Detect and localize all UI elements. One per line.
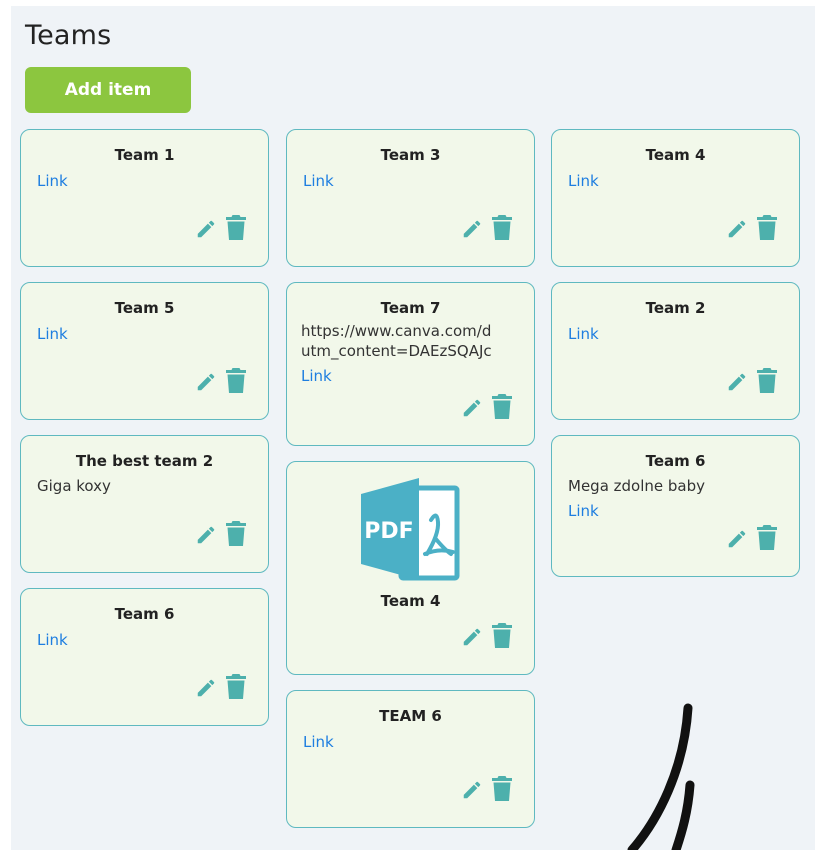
pencil-icon[interactable] [461, 218, 483, 240]
pencil-icon[interactable] [461, 626, 483, 648]
trash-icon[interactable] [226, 521, 246, 546]
team-card: Team 2 Link [551, 282, 800, 420]
team-card: Team 5 Link [20, 282, 269, 420]
card-actions [726, 215, 777, 240]
card-link[interactable]: Link [568, 325, 599, 343]
card-title: TEAM 6 [379, 707, 442, 725]
pencil-icon[interactable] [461, 779, 483, 801]
card-description: Giga koxy [37, 477, 111, 495]
trash-icon[interactable] [492, 776, 512, 801]
team-card: Team 7 https://www.canva.com/d utm_conte… [286, 282, 535, 446]
trash-icon[interactable] [492, 215, 512, 240]
pencil-icon[interactable] [726, 371, 748, 393]
trash-icon[interactable] [757, 525, 777, 550]
team-card: PDF Team 4 [286, 461, 535, 675]
card-actions [195, 368, 246, 393]
team-card: TEAM 6 Link [286, 690, 535, 828]
trash-icon[interactable] [226, 215, 246, 240]
column-1: Team 1 Link Team 5 Link The best team 2 … [20, 129, 269, 741]
card-actions [726, 525, 777, 550]
pencil-icon[interactable] [195, 371, 217, 393]
card-actions [195, 215, 246, 240]
pencil-icon[interactable] [726, 218, 748, 240]
column-2: Team 3 Link Team 7 https://www.canva.com… [286, 129, 535, 843]
card-link[interactable]: Link [37, 631, 68, 649]
card-url-line-1: https://www.canva.com/d [301, 322, 492, 340]
pdf-wrap: PDF [287, 476, 534, 582]
card-title: Team 4 [645, 146, 706, 164]
card-title: The best team 2 [75, 452, 214, 470]
card-actions [195, 521, 246, 546]
card-link[interactable]: Link [568, 172, 599, 190]
team-card: Team 6 Mega zdolne baby Link [551, 435, 800, 577]
trash-icon[interactable] [226, 368, 246, 393]
card-actions [461, 623, 512, 648]
card-actions [195, 674, 246, 699]
team-card: Team 3 Link [286, 129, 535, 267]
pencil-icon[interactable] [195, 524, 217, 546]
pencil-icon[interactable] [195, 677, 217, 699]
card-link[interactable]: Link [37, 325, 68, 343]
card-link[interactable]: Link [303, 733, 334, 751]
team-card: Team 4 Link [551, 129, 800, 267]
card-actions [461, 776, 512, 801]
pencil-icon[interactable] [195, 218, 217, 240]
card-title: Team 4 [380, 592, 441, 610]
trash-icon[interactable] [492, 623, 512, 648]
team-card: The best team 2 Giga koxy [20, 435, 269, 573]
card-title: Team 6 [114, 605, 175, 623]
card-actions [726, 368, 777, 393]
trash-icon[interactable] [492, 394, 512, 419]
card-title: Team 3 [380, 146, 441, 164]
column-3: Team 4 Link Team 2 Link Team 6 Mega zdol… [551, 129, 800, 592]
card-title: Team 1 [114, 146, 175, 164]
card-title: Team 6 [645, 452, 706, 470]
card-description: Mega zdolne baby [568, 477, 706, 495]
card-actions [461, 215, 512, 240]
pencil-icon[interactable] [461, 397, 483, 419]
trash-icon[interactable] [757, 215, 777, 240]
card-link[interactable]: Link [568, 502, 599, 520]
card-url-line-2: utm_content=DAEzSQAJc [301, 342, 492, 360]
team-card: Team 6 Link [20, 588, 269, 726]
pdf-file-icon[interactable]: PDF [359, 476, 463, 582]
card-link[interactable]: Link [303, 172, 334, 190]
trash-icon[interactable] [226, 674, 246, 699]
card-link[interactable]: Link [37, 172, 68, 190]
pencil-icon[interactable] [726, 528, 748, 550]
card-actions [461, 394, 512, 419]
pdf-file-label: PDF [364, 519, 413, 544]
card-title: Team 5 [114, 299, 175, 317]
card-title: Team 2 [645, 299, 706, 317]
add-item-button[interactable]: Add item [25, 67, 191, 113]
trash-icon[interactable] [757, 368, 777, 393]
team-card: Team 1 Link [20, 129, 269, 267]
page-title: Teams [25, 20, 112, 51]
card-link[interactable]: Link [301, 367, 332, 385]
card-title: Team 7 [380, 299, 441, 317]
